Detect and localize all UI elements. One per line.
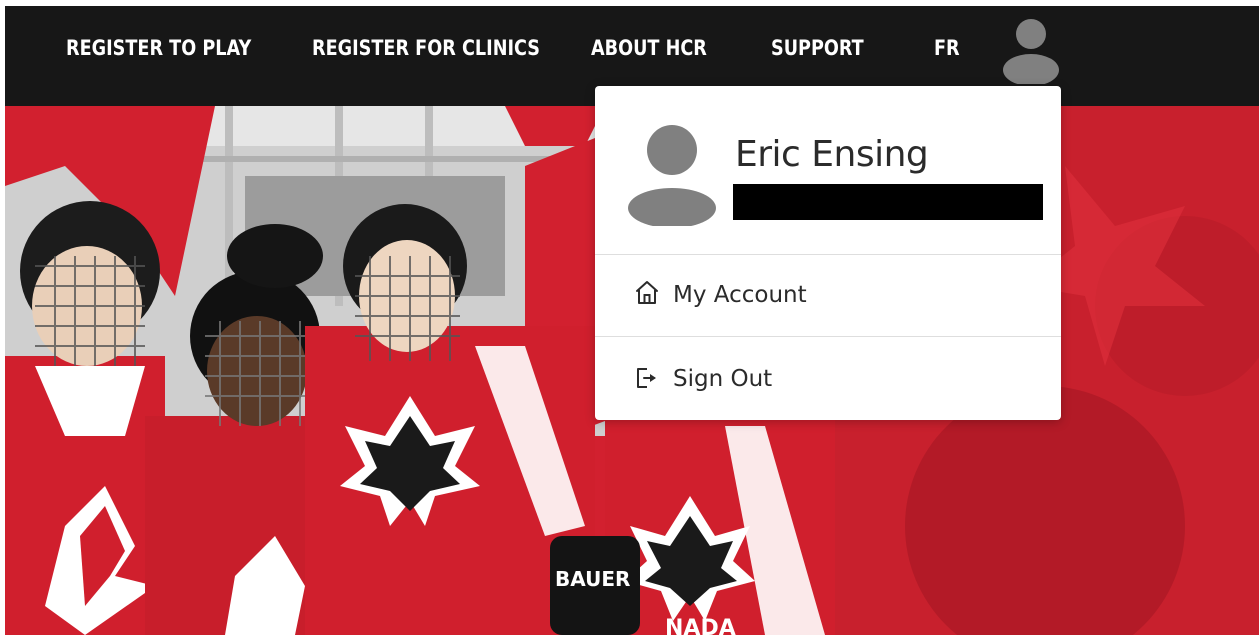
user-avatar-icon[interactable] — [1001, 14, 1061, 86]
nav-support[interactable]: SUPPORT — [771, 36, 864, 64]
nav-register-for-clinics[interactable]: REGISTER FOR CLINICS — [312, 36, 540, 64]
user-name: Eric Ensing — [735, 134, 929, 175]
home-icon — [635, 280, 659, 306]
glove-brand-text: BAUER — [555, 567, 630, 591]
profile-avatar-icon — [627, 124, 717, 228]
nav-language-fr[interactable]: FR — [934, 36, 960, 64]
sign-out-icon — [635, 365, 659, 391]
nav-register-to-play[interactable]: REGISTER TO PLAY — [66, 36, 251, 64]
nav-about-hcr[interactable]: ABOUT HCR — [591, 36, 707, 64]
menu-item-my-account[interactable]: My Account — [595, 254, 1061, 334]
menu-item-sign-out[interactable]: Sign Out — [595, 338, 1061, 418]
divider — [595, 336, 1061, 337]
user-profile-header: Eric Ensing — [595, 86, 1061, 254]
menu-item-label: Sign Out — [673, 366, 773, 392]
menu-item-label: My Account — [673, 282, 807, 308]
redacted-email-bar — [733, 184, 1043, 220]
jersey-text: NADA — [665, 616, 736, 635]
user-dropdown-menu: Eric Ensing My Account Sign Out — [595, 86, 1061, 420]
